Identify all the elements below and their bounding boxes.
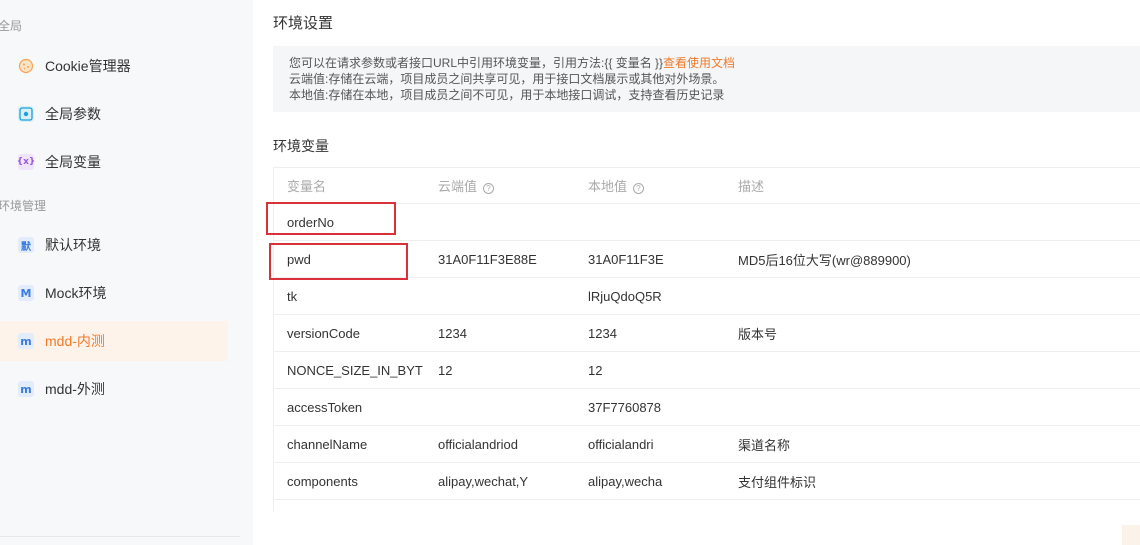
table-row[interactable]: components alipay,wechat,Y alipay,wecha 支付组… <box>274 463 1140 500</box>
table-row[interactable]: accessToken 37F7760878 <box>274 389 1140 426</box>
cell-local-value[interactable]: 1234 <box>575 326 725 341</box>
sidebar-item-mdd-external[interactable]: m mdd-外测 <box>0 369 228 409</box>
sidebar-item-global-vars[interactable]: {x} 全局变量 <box>0 142 228 182</box>
info-notice: 您可以在请求参数或者接口URL中引用环境变量，引用方法:{{ 变量名 }}查看使… <box>273 46 1140 112</box>
env-m-icon: m <box>18 381 34 397</box>
param-icon <box>18 106 34 122</box>
table-row[interactable]: versionCode 1234 1234 版本号 <box>274 315 1140 352</box>
table-row[interactable]: channelName officialandriod officialandri 渠… <box>274 426 1140 463</box>
cell-var-name[interactable]: tk <box>274 289 425 304</box>
cell-cloud-value[interactable]: alipay,wechat,Y <box>425 474 575 489</box>
sidebar-item-cookie-manager[interactable]: Cookie管理器 <box>0 46 228 86</box>
env-m-icon: m <box>18 333 34 349</box>
sidebar-item-label: mdd-内测 <box>45 333 105 349</box>
notice-line-3: 本地值:存储在本地，项目成员之间不可见，用于本地接口调试，支持查看历史记录 <box>289 88 725 102</box>
cell-cloud-value[interactable]: officialandriod <box>425 437 575 452</box>
cell-cloud-value[interactable]: 31A0F11F3E88E <box>425 252 575 267</box>
cell-description[interactable]: 渠道名称 <box>725 435 1140 454</box>
section-label-env: 环境管理 <box>0 199 47 213</box>
sidebar-item-label: 全局变量 <box>45 154 101 170</box>
cell-local-value[interactable]: 12 <box>575 363 725 378</box>
cell-cloud-value[interactable]: 12 <box>425 363 575 378</box>
section-title-env-vars: 环境变量 <box>273 138 329 154</box>
cell-var-name[interactable]: components <box>274 474 425 489</box>
sidebar-divider <box>0 536 240 545</box>
cell-var-name[interactable]: channelName <box>274 437 425 452</box>
cell-var-name[interactable]: versionCode <box>274 326 425 341</box>
cell-description[interactable]: MD5后16位大写(wr@889900) <box>725 250 1140 269</box>
table-row[interactable]: tk lRjuQdoQ5R <box>274 278 1140 315</box>
help-icon[interactable]: ? <box>483 183 495 194</box>
cell-var-name[interactable]: accessToken <box>274 400 425 415</box>
sidebar-item-label: 全局参数 <box>45 106 101 122</box>
sidebar-item-label: mdd-外测 <box>45 381 105 397</box>
header-var-name: 变量名 <box>287 179 327 194</box>
highlight-box <box>269 243 408 280</box>
sidebar-item-label: Cookie管理器 <box>45 58 131 74</box>
docs-link[interactable]: 查看使用文档 <box>663 56 735 70</box>
cell-description[interactable]: 版本号 <box>725 324 1140 343</box>
table-row[interactable]: NONCE_SIZE_IN_BYT 12 12 <box>274 352 1140 389</box>
cell-local-value[interactable]: alipay,wecha <box>575 474 725 489</box>
corner-widget <box>1122 525 1140 545</box>
sidebar-item-default-env[interactable]: 默 默认环境 <box>0 225 228 265</box>
highlight-box <box>266 202 396 235</box>
header-description: 描述 <box>738 179 765 194</box>
sidebar-item-label: 默认环境 <box>45 237 101 253</box>
sidebar-item-label: Mock环境 <box>45 285 107 301</box>
page-title: 环境设置 <box>273 15 334 32</box>
sidebar: 全局 Cookie管理器 全局参数 {x} 全局变量 环境管理 默 默认环境 M… <box>0 0 253 545</box>
cell-local-value[interactable]: 31A0F11F3E <box>575 252 725 267</box>
help-icon[interactable]: ? <box>633 183 645 194</box>
sidebar-item-global-params[interactable]: 全局参数 <box>0 94 228 134</box>
notice-line-1: 您可以在请求参数或者接口URL中引用环境变量，引用方法:{{ 变量名 }}查看使… <box>289 56 736 70</box>
sidebar-item-mock-env[interactable]: M Mock环境 <box>0 273 228 313</box>
cookie-icon <box>18 58 34 74</box>
variable-icon: {x} <box>17 154 35 170</box>
cell-local-value[interactable]: 37F7760878 <box>575 400 725 415</box>
cell-local-value[interactable]: lRjuQdoQ5R <box>575 289 725 304</box>
env-default-icon: 默 <box>18 237 34 253</box>
table-header: 变量名 云端值? 本地值? 描述 <box>274 167 1140 204</box>
env-mock-icon: M <box>18 285 34 301</box>
env-vars-table: 变量名 云端值? 本地值? 描述 orderNo pwd 31A0F11F3E88E… <box>273 167 1140 512</box>
sidebar-item-mdd-internal[interactable]: m mdd-内测 <box>0 321 228 361</box>
notice-line-2: 云端值:存储在云端，项目成员之间共享可见，用于接口文档展示或其他对外场景。 <box>289 72 725 86</box>
header-local-value: 本地值? <box>575 176 725 195</box>
cell-local-value[interactable]: officialandri <box>575 437 725 452</box>
main-panel: 环境设置 您可以在请求参数或者接口URL中引用环境变量，引用方法:{{ 变量名 … <box>253 0 1140 545</box>
header-cloud-value: 云端值? <box>425 176 575 195</box>
table-row[interactable]: orderNo <box>274 204 1140 241</box>
cell-var-name[interactable]: NONCE_SIZE_IN_BYT <box>274 363 425 378</box>
cell-cloud-value[interactable]: 1234 <box>425 326 575 341</box>
cell-description[interactable]: 支付组件标识 <box>725 472 1140 491</box>
section-label-global: 全局 <box>0 19 23 33</box>
